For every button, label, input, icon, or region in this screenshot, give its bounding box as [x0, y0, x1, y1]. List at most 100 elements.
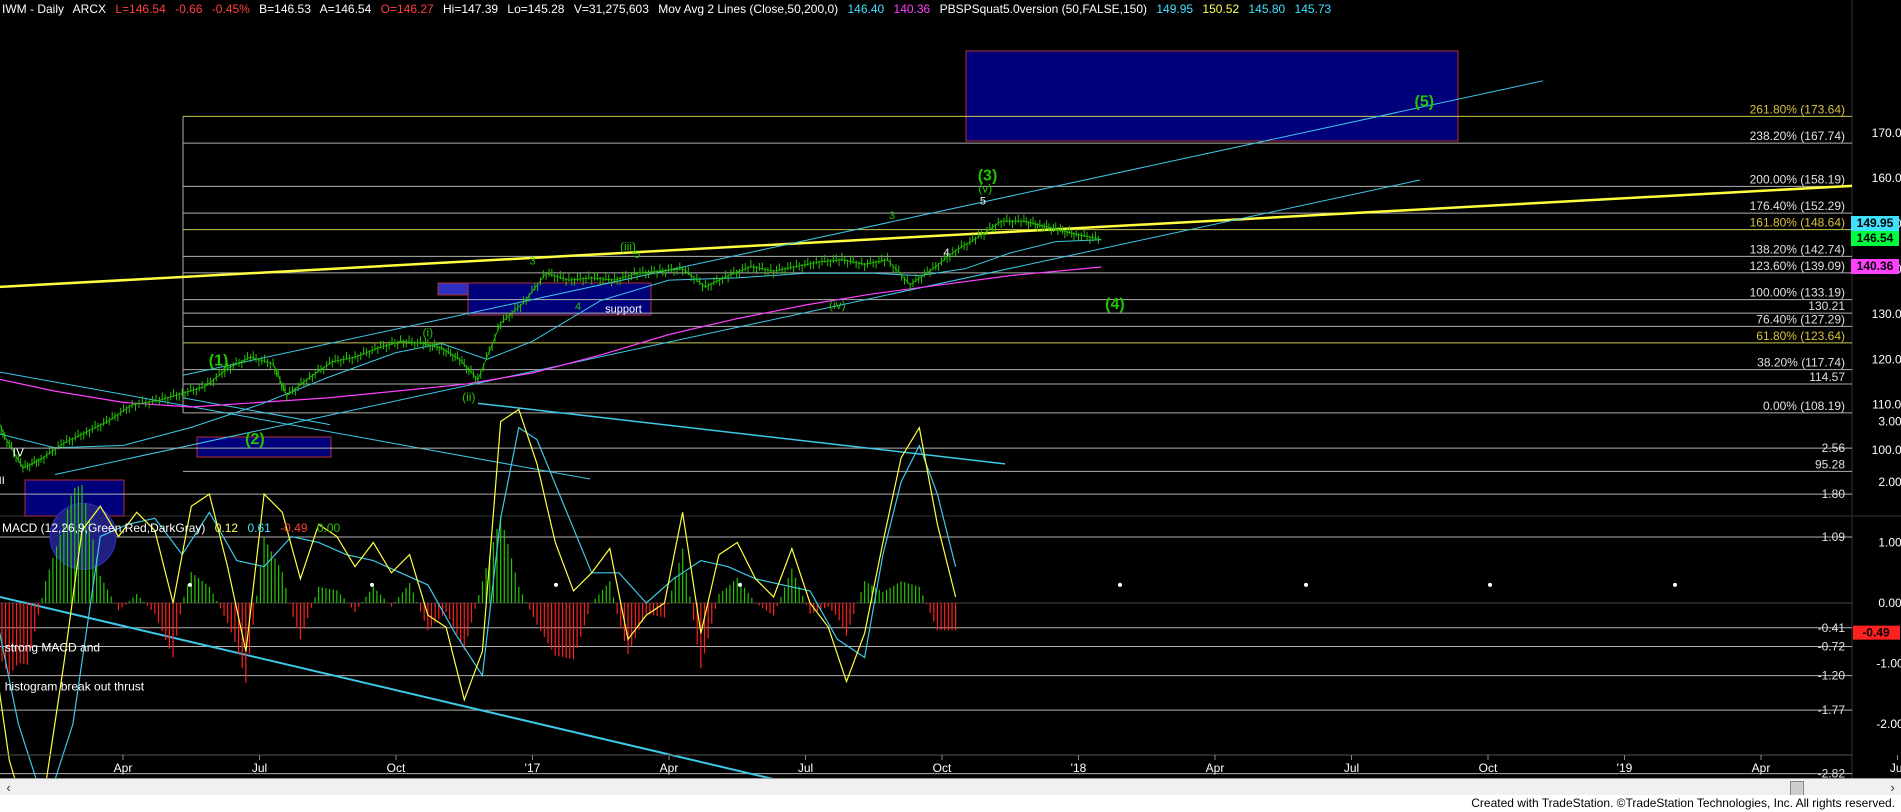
price-axis: 100.00110.00120.00130.00140.00150.00160.… — [1872, 126, 1901, 457]
macd-value-2: 0.61 — [247, 521, 271, 535]
price-tick-label: 120.00 — [1872, 352, 1901, 366]
fib-label: 114.57 — [1809, 370, 1845, 384]
target-box-5 — [965, 50, 1459, 142]
change-percent: -0.45% — [211, 2, 250, 16]
wave-label: 4 — [943, 247, 949, 259]
time-tick-label: Jul — [1344, 761, 1359, 775]
macd-label: MACD (12,26,9,Green,Red,DarkGray) — [2, 521, 206, 535]
pbs-value-1: 149.95 — [1156, 2, 1194, 16]
fib-levels: 261.80% (173.64) 238.20% (167.74) 200.00% … — [182, 102, 1852, 472]
time-tick-label: Jul — [252, 761, 267, 775]
fib-label: 261.80% (173.64) — [1750, 102, 1845, 116]
wave-label: (ii) — [462, 390, 475, 404]
macd-value-4: 0.00 — [316, 521, 341, 535]
macd-tick-label: -2.00 — [1876, 717, 1901, 731]
fib-label: 95.28 — [1815, 457, 1845, 471]
wave-label: 5 — [980, 195, 986, 207]
price-and-macd-chart[interactable]: 261.80% (173.64) 238.20% (167.74) 200.00% … — [0, 0, 1901, 778]
price-tick-label: 170.00 — [1872, 126, 1901, 140]
scroll-right-icon[interactable]: › — [1884, 779, 1901, 796]
fib-label: 100.00% (133.19) — [1750, 286, 1845, 300]
wave-label: III — [0, 475, 5, 487]
low: Lo=145.28 — [507, 2, 565, 16]
price-tag: 149.95 — [1851, 215, 1899, 231]
scroll-thumb[interactable] — [1790, 781, 1804, 796]
macd-marker-dot — [1488, 582, 1492, 587]
wave-label: 4 — [575, 301, 581, 313]
ma-50-value: 146.40 — [847, 2, 885, 16]
time-tick-label: Jul — [798, 761, 813, 775]
macd-level-label: -1.77 — [1818, 703, 1846, 717]
macd-annotation: histogram break out thrust — [5, 680, 145, 694]
pbs-label: PBSPSquat5.0version (50,FALSE,150) — [939, 2, 1148, 16]
macd-marker-dot — [1118, 582, 1122, 587]
fib-label: 38.20% (117.74) — [1757, 356, 1845, 370]
wave-label: (2) — [245, 431, 265, 448]
pbs-value-3: 145.80 — [1248, 2, 1286, 16]
time-tick-label: Oct — [387, 761, 406, 775]
macd-header: MACD (12,26,9,Green,Red,DarkGray) 0.12 0… — [2, 521, 346, 535]
macd-value-1: 0.12 — [214, 521, 239, 535]
macd-value-3: -0.49 — [280, 521, 308, 535]
price-line — [0, 220, 1102, 469]
fib-label: 138.20% (142.74) — [1750, 242, 1845, 256]
time-tick-label: '19 — [1617, 761, 1633, 775]
macd-levels: 2.561.801.09-0.41-0.72-1.20-1.77-2.82-3.… — [0, 441, 1852, 778]
time-tick-label: '17 — [525, 761, 541, 775]
volume: V=31,275,603 — [573, 2, 649, 16]
macd-tick-label: 1.00 — [1878, 536, 1901, 550]
chart-window: 261.80% (173.64) 238.20% (167.74) 200.00% … — [0, 0, 1901, 812]
time-tick-label: Oct — [933, 761, 952, 775]
macd-level-label: -1.20 — [1818, 669, 1846, 683]
ask: A=146.54 — [319, 2, 372, 16]
price-header: IWM - Daily ARCX L=146.54 -0.66 -0.45% B… — [2, 2, 1337, 16]
copyright-text: Created with TradeStation. ©TradeStation… — [1471, 796, 1895, 810]
price-tick-label: 160.00 — [1872, 171, 1901, 185]
macd-down-trendline — [0, 595, 774, 778]
wave-label: (5) — [1415, 94, 1435, 111]
footer: Created with TradeStation. ©TradeStation… — [0, 795, 1901, 812]
horizontal-scrollbar[interactable]: ‹ › — [0, 778, 1901, 796]
wave-label: (iv) — [829, 298, 846, 312]
wave-labels: (5)(3)(v)534(iii)534 support (iv) (4)(i)(1)… — [0, 94, 1434, 487]
wave-2-trendline — [182, 397, 331, 426]
time-tick-label: Apr — [660, 761, 679, 775]
wave-label: (i) — [423, 325, 434, 339]
fib-label: 161.80% (148.64) — [1750, 216, 1845, 230]
fib-label: 123.60% (139.09) — [1750, 259, 1845, 273]
wave-label: (4) — [1105, 296, 1125, 313]
ma-label: Mov Avg 2 Lines (Close,50,200,0) — [658, 2, 839, 16]
fib-label: 200.00% (158.19) — [1750, 172, 1845, 186]
macd-marker-dot — [1673, 582, 1677, 587]
wave-label: 5 — [634, 249, 640, 261]
macd-marker-dot — [1304, 582, 1308, 587]
macd-tick-label: 2.00 — [1878, 475, 1901, 489]
time-axis: Apr Jul Oct '17 Apr Jul Oct '18 Apr Jul Oct '19 Apr J… — [0, 754, 1901, 775]
macd-marker-dot — [188, 582, 192, 587]
channel-upper-line — [182, 80, 1544, 376]
macd-tick-label: -1.00 — [1876, 657, 1901, 671]
fib-label: 0.00% (108.19) — [1763, 399, 1845, 413]
time-tick-label: Apr — [114, 761, 133, 775]
fib-label: 238.20% (167.74) — [1750, 129, 1845, 143]
macd-level-label: -0.72 — [1818, 640, 1846, 654]
macd-axis: -3.00-2.00-1.000.001.002.003.00 — [1876, 415, 1901, 779]
pbs-value-4: 145.73 — [1294, 2, 1332, 16]
price-tick-label: 110.00 — [1872, 398, 1901, 412]
price-bars — [0, 214, 1099, 473]
high: Hi=147.39 — [443, 2, 499, 16]
macd-marker-dot — [370, 582, 374, 587]
price-tag: 140.36 — [1851, 259, 1899, 275]
open: O=146.27 — [380, 2, 434, 16]
wave-label: 3 — [889, 210, 895, 222]
pbs-value-2: 150.52 — [1202, 2, 1240, 16]
macd-tick-label: 0.00 — [1878, 596, 1901, 610]
time-tick-label: Oct — [1479, 761, 1498, 775]
change: -0.66 — [175, 2, 203, 16]
fib-label: 130.21 — [1808, 299, 1845, 313]
macd-level-label: -2.82 — [1818, 767, 1846, 778]
scroll-left-icon[interactable]: ‹ — [0, 779, 17, 796]
macd-tick-label: 3.00 — [1878, 415, 1901, 429]
macd-annotations: strong MACD and histogram break out thrus… — [5, 640, 145, 694]
wave-label: (v) — [978, 182, 992, 196]
